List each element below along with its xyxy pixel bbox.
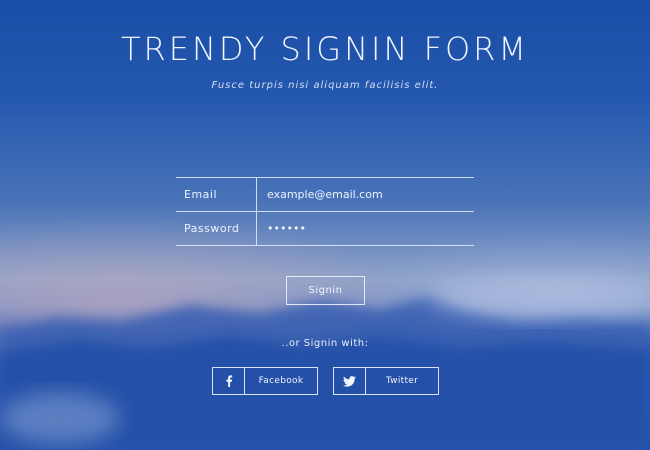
page-subtitle: Fusce turpis nisi aliquam facilisis elit… (211, 80, 439, 91)
password-field[interactable] (257, 212, 474, 245)
signin-button[interactable]: Signin (286, 276, 365, 305)
facebook-signin-button[interactable]: Facebook (212, 367, 318, 395)
facebook-icon (213, 368, 245, 394)
email-field[interactable] (257, 178, 474, 211)
password-label: Password (176, 212, 257, 245)
twitter-signin-button[interactable]: Twitter (333, 367, 439, 395)
page-title: TRENDY SIGNIN FORM (120, 30, 529, 68)
signin-form: Email Password (176, 177, 474, 246)
email-label: Email (176, 178, 257, 211)
twitter-icon (334, 368, 366, 394)
facebook-label: Facebook (258, 376, 304, 386)
login-page: TRENDY SIGNIN FORM Fusce turpis nisi ali… (0, 0, 650, 450)
password-row: Password (176, 212, 474, 246)
email-row: Email (176, 178, 474, 212)
social-signin-prompt: ..or Signin with: (281, 338, 369, 349)
twitter-label: Twitter (385, 376, 419, 386)
